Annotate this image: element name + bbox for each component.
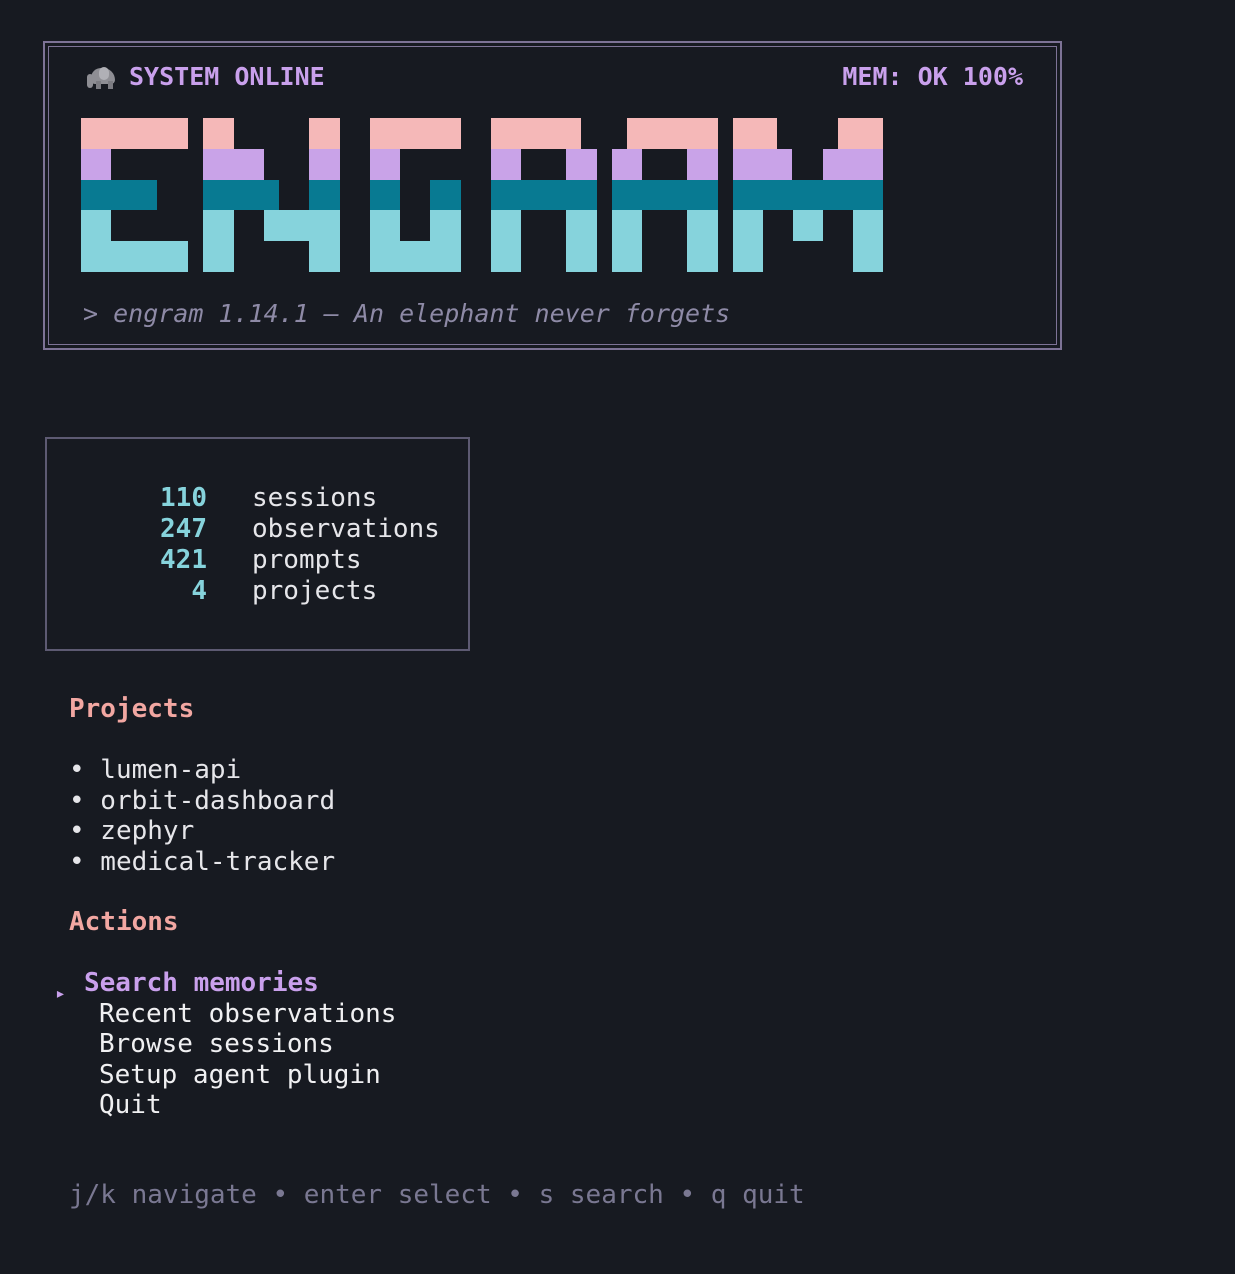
logo-band-4 [81,210,883,272]
memory-status: MEM: OK 100% [842,62,1023,91]
system-status-text: SYSTEM ONLINE [129,62,325,91]
stat-value: 4 [191,576,207,606]
header-banner: SYSTEM ONLINE MEM: OK 100% > engram 1.14… [43,41,1062,350]
stat-value: 421 [160,545,207,575]
action-quit[interactable]: Quit [99,1090,162,1121]
stat-value: 110 [160,483,207,513]
engram-logo [81,118,883,272]
stat-label: observations [252,514,440,544]
stat-value: 247 [160,514,207,544]
selection-pointer-icon: ▸ [55,983,66,1004]
stat-label: sessions [252,483,378,513]
project-item-orbit-dashboard[interactable]: • orbit-dashboard [69,786,335,817]
stat-label: prompts [252,545,362,575]
logo-band-1 [81,118,883,149]
logo-band-2 [81,149,883,180]
project-item-zephyr[interactable]: • zephyr [69,816,194,847]
actions-heading: Actions [69,907,179,937]
keyboard-help: j/k navigate • enter select • s search •… [69,1180,805,1210]
system-status: SYSTEM ONLINE [87,62,325,91]
action-recent-observations[interactable]: Recent observations [99,999,396,1030]
version-tagline: > engram 1.14.1 — An elephant never forg… [83,299,731,328]
logo-band-3 [81,180,883,210]
action-setup-agent-plugin[interactable]: Setup agent plugin [99,1060,381,1091]
project-item-medical-tracker[interactable]: • medical-tracker [69,847,335,878]
stat-label: projects [252,576,378,606]
projects-heading: Projects [69,694,195,724]
action-browse-sessions[interactable]: Browse sessions [99,1029,334,1060]
stats-panel: 110 sessions 247 observations 421 prompt… [45,437,470,651]
action-search-memories[interactable]: Search memories [84,968,319,999]
elephant-icon [87,65,117,89]
project-item-lumen-api[interactable]: • lumen-api [69,755,241,786]
